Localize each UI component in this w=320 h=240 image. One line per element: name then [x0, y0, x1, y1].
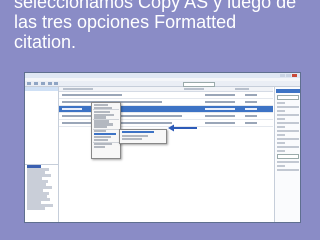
context-menu-item[interactable] — [94, 103, 108, 106]
field-label — [277, 110, 285, 112]
column-creator-header[interactable] — [183, 88, 204, 90]
collection-item[interactable] — [25, 112, 58, 116]
field-label — [277, 142, 285, 144]
context-menu-item[interactable] — [94, 113, 114, 116]
item-type-field[interactable] — [276, 89, 300, 93]
field-label — [277, 169, 299, 171]
item-pane — [274, 87, 300, 222]
field-label — [277, 118, 285, 120]
field-label — [277, 134, 285, 136]
field-input[interactable] — [277, 154, 299, 159]
table-row[interactable] — [59, 92, 273, 99]
context-menu-item[interactable] — [94, 110, 110, 113]
context-menu-item[interactable] — [94, 116, 106, 119]
toolbar-button[interactable] — [54, 82, 59, 85]
caption-line-2: las tres opciones Formatted — [14, 12, 237, 32]
context-menu-item[interactable] — [94, 136, 111, 139]
context-menu-item[interactable] — [94, 142, 112, 146]
copy-as-menu-item[interactable] — [94, 133, 116, 136]
field-label — [277, 114, 299, 116]
field-input[interactable] — [277, 95, 299, 100]
toolbar-button[interactable] — [47, 82, 52, 85]
context-menu-item[interactable] — [94, 145, 105, 148]
field-label — [277, 126, 285, 128]
context-menu — [91, 102, 121, 159]
field-label — [277, 146, 299, 148]
field-label — [277, 106, 299, 108]
collections-pane — [25, 87, 59, 222]
minimize-button[interactable] — [280, 74, 285, 77]
toolbar-button[interactable] — [27, 82, 31, 85]
reference-manager-window — [24, 72, 301, 223]
submenu-item[interactable] — [122, 134, 148, 137]
maximize-button[interactable] — [286, 74, 291, 77]
slide-caption: seleccionamos Copy AS y luego de las tre… — [14, 0, 318, 52]
tag-selector — [25, 164, 58, 222]
tag-item[interactable] — [27, 207, 45, 210]
context-menu-item[interactable] — [94, 126, 107, 129]
copy-as-submenu — [119, 129, 167, 144]
context-menu-item[interactable] — [94, 120, 109, 123]
toolbar-button[interactable] — [40, 82, 45, 85]
context-menu-item[interactable] — [94, 123, 113, 126]
field-label — [277, 130, 299, 132]
formatted-citation-menu-item[interactable] — [122, 131, 154, 134]
pointer-arrow-icon — [168, 124, 197, 132]
caption-line-1: seleccionamos Copy AS y luego de — [14, 0, 297, 12]
field-label — [277, 138, 299, 140]
context-menu-item[interactable] — [94, 106, 112, 109]
close-button[interactable] — [292, 74, 297, 77]
field-label — [277, 161, 299, 163]
field-label — [277, 102, 285, 104]
column-date-header[interactable] — [234, 88, 249, 90]
context-menu-item[interactable] — [94, 130, 106, 133]
column-title-header[interactable] — [63, 88, 93, 90]
field-label — [277, 150, 285, 152]
toolbar-button[interactable] — [33, 82, 38, 85]
field-label — [277, 122, 299, 124]
context-menu-item[interactable] — [94, 138, 108, 142]
submenu-item[interactable] — [122, 138, 142, 141]
field-label — [277, 165, 285, 167]
caption-line-3: citation. — [14, 32, 77, 52]
